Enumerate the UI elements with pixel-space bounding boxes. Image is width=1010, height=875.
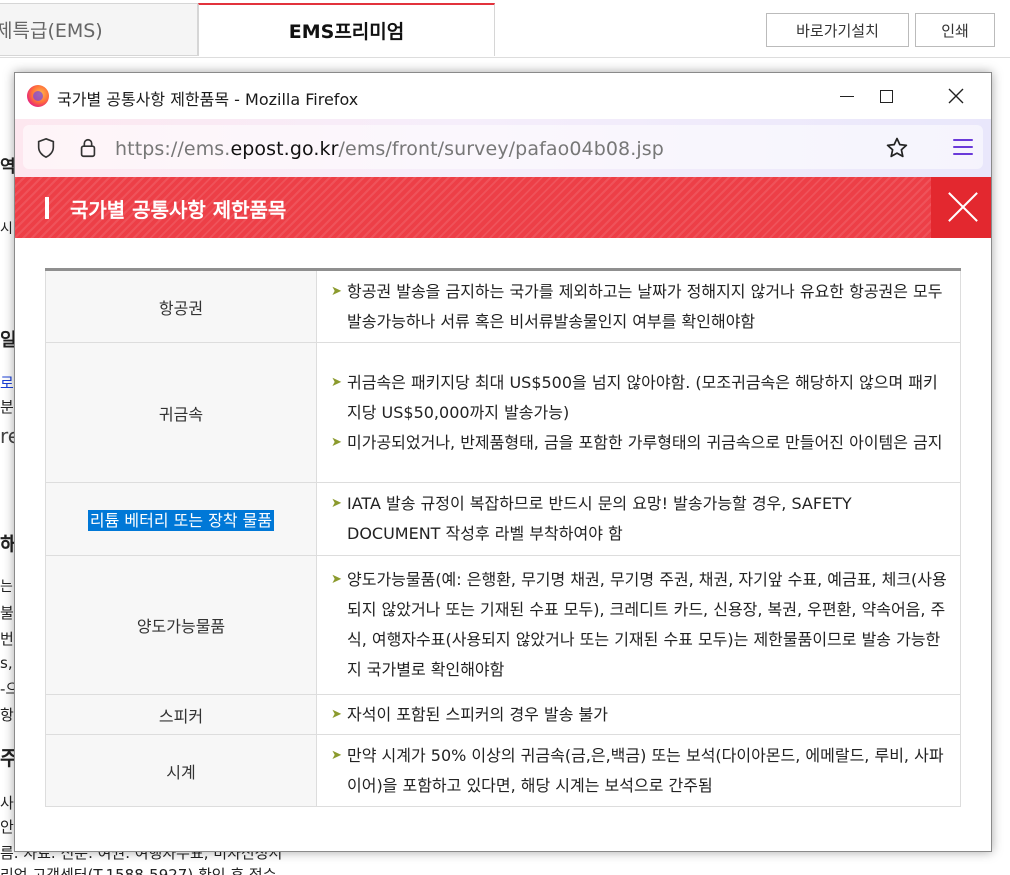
item-text: 귀금속은 패키지당 최대 US$500을 넘지 않아야함. (모조귀금속은 해당… <box>347 372 938 422</box>
bookmark-star-icon[interactable] <box>885 136 909 160</box>
description-cell: ➤ 자석이 포함된 스피커의 경우 발송 불가 <box>316 694 961 735</box>
tab-ems-special[interactable]: 제특급(EMS) <box>0 3 198 56</box>
list-item: ➤ IATA 발송 규정이 복잡하므로 반드시 문의 요망! 발송가능할 경우, … <box>331 489 948 549</box>
bg-text-fragment: 항 <box>0 706 14 724</box>
list-item: ➤ 미가공되었거나, 반제품형태, 금을 포함한 가루형태의 귀금속으로 만들어진… <box>331 428 948 458</box>
firefox-logo-icon <box>27 85 49 107</box>
category-cell: 스피커 <box>45 694 317 735</box>
window-title: 국가별 공통사항 제한품목 - Mozilla Firefox <box>57 90 359 109</box>
header-accent-bar <box>45 197 49 219</box>
bg-text-fragment: 분 <box>0 398 14 416</box>
item-text: 만약 시계가 50% 이상의 귀금속(금,은,백금) 또는 보석(다이아몬드, … <box>347 745 944 795</box>
url-text[interactable]: https://ems.epost.go.kr/ems/front/survey… <box>115 138 664 160</box>
category-cell: 리튬 베터리 또는 장착 물품 <box>45 482 317 556</box>
browser-toolbar: https://ems.epost.go.kr/ems/front/survey… <box>15 119 991 177</box>
bg-text-fragment[interactable]: 로 <box>0 372 14 393</box>
description-cell: ➤ IATA 발송 규정이 복잡하므로 반드시 문의 요망! 발송가능할 경우, … <box>316 482 961 556</box>
category-label-selected[interactable]: 리튬 베터리 또는 장착 물품 <box>87 510 275 531</box>
description-cell: ➤ 만약 시계가 50% 이상의 귀금속(금,은,백금) 또는 보석(다이아몬드,… <box>316 734 961 807</box>
popup-title: 국가별 공통사항 제한품목 <box>70 198 287 222</box>
url-prefix: https://ems. <box>115 138 231 160</box>
list-item: ➤ 자석이 포함된 스피커의 경우 발송 불가 <box>331 700 948 730</box>
category-cell: 시계 <box>45 734 317 807</box>
url-domain: epost.go.kr <box>230 138 339 160</box>
category-cell: 귀금속 <box>45 342 317 483</box>
category-label: 양도가능물품 <box>136 617 226 636</box>
category-label: 귀금속 <box>158 404 204 424</box>
item-text: 자석이 포함된 스피커의 경우 발송 불가 <box>347 704 608 724</box>
category-label: 스피커 <box>158 706 204 726</box>
popup-close-button[interactable] <box>931 177 991 238</box>
table-row: 항공권 ➤ 항공권 발송을 금지하는 국가를 제외하고는 날짜가 정해지지 않거나… <box>45 269 961 343</box>
bullet-arrow-icon: ➤ <box>331 374 342 390</box>
url-path: /ems/front/survey/pafao04b08.jsp <box>338 138 664 160</box>
bg-text-fragment: 불 <box>0 604 14 622</box>
item-text: 미가공되었거나, 반제품형태, 금을 포함한 가루형태의 귀금속으로 만들어진 … <box>347 432 943 452</box>
minimize-icon <box>840 95 854 97</box>
lock-icon[interactable] <box>77 137 99 159</box>
window-close-button[interactable] <box>927 73 985 119</box>
description-cell: ➤ 항공권 발송을 금지하는 국가를 제외하고는 날짜가 정해지지 않거나 유요한… <box>316 269 961 343</box>
list-item: ➤ 항공권 발송을 금지하는 국가를 제외하고는 날짜가 정해지지 않거나 유요한… <box>331 277 948 337</box>
description-cell: ➤ 양도가능물품(예: 은행환, 무기명 채권, 무기명 주권, 채권, 자기앞 … <box>316 555 961 695</box>
list-item: ➤ 만약 시계가 50% 이상의 귀금속(금,은,백금) 또는 보석(다이아몬드,… <box>331 741 948 801</box>
restricted-items-table: 항공권 ➤ 항공권 발송을 금지하는 국가를 제외하고는 날짜가 정해지지 않거나… <box>45 268 961 807</box>
list-item: ➤ 귀금속은 패키지당 최대 US$500을 넘지 않아야함. (모조귀금속은 해… <box>331 368 948 428</box>
table-row: 귀금속 ➤ 귀금속은 패키지당 최대 US$500을 넘지 않아야함. (모조귀금… <box>45 342 961 483</box>
description-cell: ➤ 귀금속은 패키지당 최대 US$500을 넘지 않아야함. (모조귀금속은 해… <box>316 342 961 483</box>
bg-divider <box>0 57 1010 58</box>
hamburger-menu-icon[interactable] <box>953 139 973 157</box>
window-titlebar[interactable]: 국가별 공통사항 제한품목 - Mozilla Firefox <box>15 73 991 119</box>
table-row: 양도가능물품 ➤ 양도가능물품(예: 은행환, 무기명 채권, 무기명 주권, 채… <box>45 555 961 695</box>
shortcut-install-button[interactable]: 바로가기설치 <box>766 13 909 47</box>
bg-text-fragment: 리엄 고객센터(T.1588-5927) 확인 후 접수 <box>0 866 277 875</box>
maximize-icon <box>879 89 893 103</box>
category-label: 시계 <box>166 762 196 782</box>
url-bar[interactable]: https://ems.epost.go.kr/ems/front/survey… <box>23 125 983 169</box>
bullet-arrow-icon: ➤ <box>331 572 342 587</box>
popup-header: 국가별 공통사항 제한품목 <box>15 177 991 238</box>
item-text: 항공권 발송을 금지하는 국가를 제외하고는 날짜가 정해지지 않거나 유요한 … <box>347 281 943 331</box>
close-icon <box>948 88 964 104</box>
tab-ems-premium[interactable]: EMS프리미엄 <box>198 3 495 56</box>
bg-text-fragment: 번 <box>0 630 14 648</box>
bg-text-fragment: 사 <box>0 794 14 812</box>
item-text: IATA 발송 규정이 복잡하므로 반드시 문의 요망! 발송가능할 경우, S… <box>347 494 852 543</box>
table-row: 시계 ➤ 만약 시계가 50% 이상의 귀금속(금,은,백금) 또는 보석(다이아… <box>45 734 961 807</box>
maximize-button[interactable] <box>857 73 915 119</box>
print-button[interactable]: 인쇄 <box>915 13 995 47</box>
bg-text-fragment: 안 <box>0 818 14 836</box>
bg-text-fragment: 시 <box>0 221 13 237</box>
category-cell: 항공권 <box>45 269 317 343</box>
bullet-arrow-icon: ➤ <box>331 706 342 722</box>
bullet-arrow-icon: ➤ <box>331 434 342 450</box>
bullet-arrow-icon: ➤ <box>331 496 342 511</box>
category-cell: 양도가능물품 <box>45 555 317 695</box>
category-label: 항공권 <box>158 298 204 318</box>
shield-icon[interactable] <box>35 137 57 159</box>
bullet-arrow-icon: ➤ <box>331 747 342 763</box>
bg-text-fragment: s, <box>0 654 13 672</box>
table-row: 리튬 베터리 또는 장착 물품 ➤ IATA 발송 규정이 복잡하므로 반드시 문… <box>45 482 961 556</box>
list-item: ➤ 양도가능물품(예: 은행환, 무기명 채권, 무기명 주권, 채권, 자기앞 … <box>331 565 948 685</box>
item-text: 양도가능물품(예: 은행환, 무기명 채권, 무기명 주권, 채권, 자기앞 수… <box>347 570 947 679</box>
firefox-popup-window: 국가별 공통사항 제한품목 - Mozilla Firefox https://… <box>14 72 992 852</box>
bullet-arrow-icon: ➤ <box>331 283 342 299</box>
table-row: 스피커 ➤ 자석이 포함된 스피커의 경우 발송 불가 <box>45 694 961 735</box>
bg-text-fragment: 는 <box>0 579 13 595</box>
